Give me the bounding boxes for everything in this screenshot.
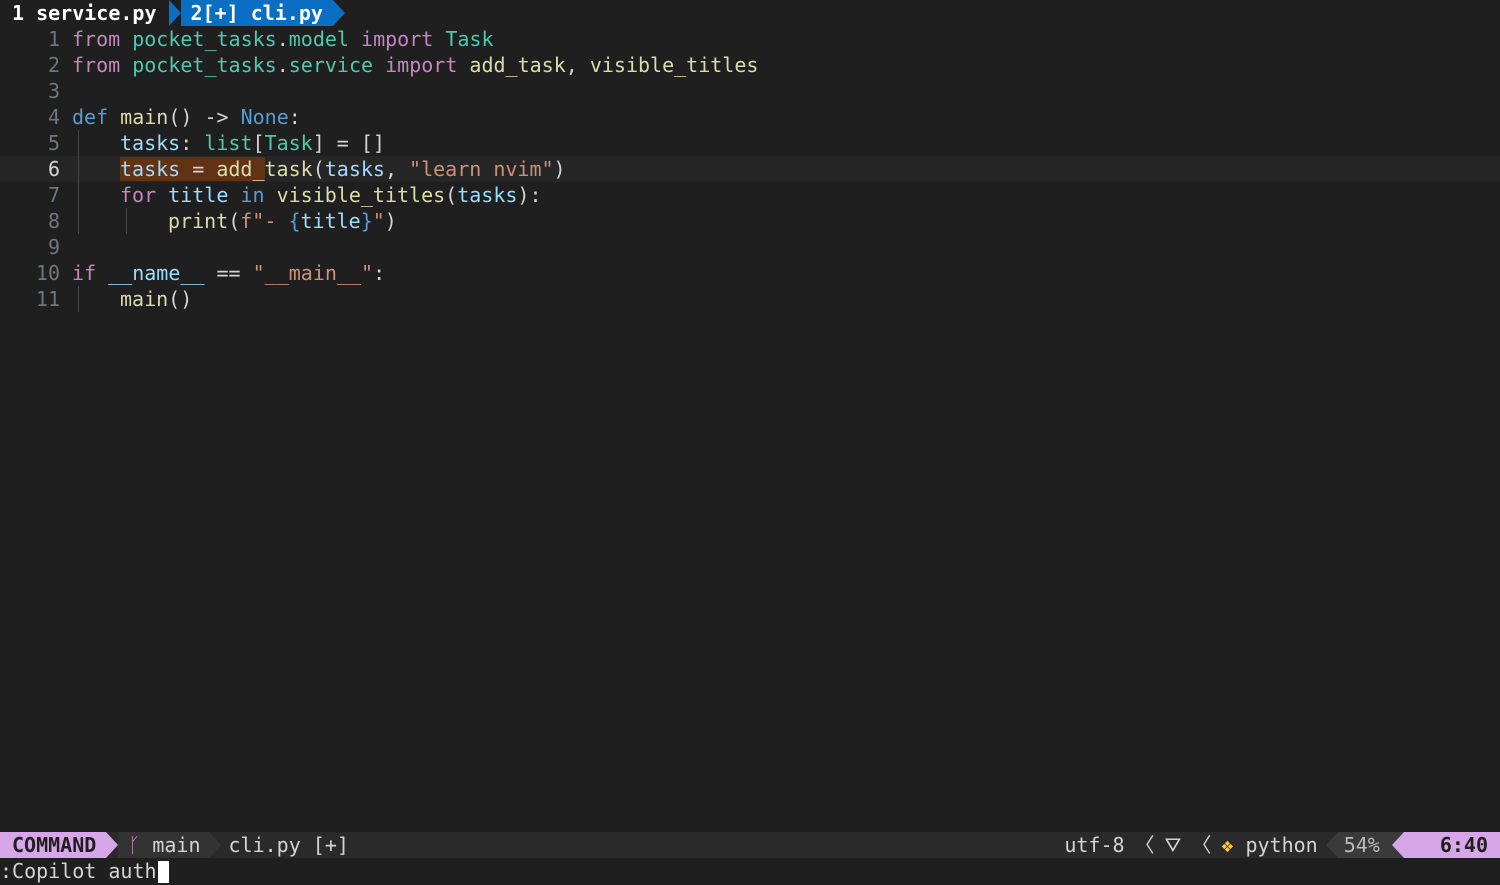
python-icon: ❖ <box>1221 833 1234 857</box>
command-text: :Copilot auth <box>0 859 157 883</box>
line-number: 5 <box>47 131 60 155</box>
line-number: 11 <box>35 287 60 311</box>
statusline: COMMAND ᚴ main cli.py [+] utf-8 〈 ⛛ 〈 ❖ … <box>0 832 1500 858</box>
editor-buffer[interactable]: 1 from pocket_tasks.model import Task 2 … <box>0 26 1500 832</box>
tab-cli-py[interactable]: 2[+] cli.py <box>168 0 333 26</box>
code-text: from pocket_tasks.service import add_tas… <box>72 53 759 77</box>
code-line[interactable]: 11 main() <box>0 286 1500 312</box>
indent-guide <box>78 156 79 182</box>
code-line[interactable]: 4 def main() -> None: <box>0 104 1500 130</box>
mode-indicator: COMMAND <box>0 832 107 858</box>
indent-guide <box>78 286 79 312</box>
code-text: print(f"- {title}") <box>168 209 397 233</box>
tab-label: 2[+] cli.py <box>190 1 323 25</box>
git-branch: ᚴ main <box>118 832 209 858</box>
tabline: 1 service.py 2[+] cli.py <box>0 0 1500 26</box>
indent-guide <box>78 208 79 234</box>
code-line[interactable]: 7 for title in visible_titles(tasks): <box>0 182 1500 208</box>
branch-name: main <box>152 833 201 857</box>
code-text: tasks: list[Task] = [] <box>120 131 385 155</box>
code-line[interactable]: 3 <box>0 78 1500 104</box>
code-text: tasks = add_task(tasks, "learn nvim") <box>120 157 566 181</box>
filetype: ❖ python <box>1213 832 1325 858</box>
command-line[interactable]: :Copilot auth <box>0 858 1500 885</box>
line-number: 10 <box>35 261 60 285</box>
code-line-current[interactable]: 6 tasks = add_task(tasks, "learn nvim") <box>0 156 1500 182</box>
code-text: if __name__ == "__main__": <box>72 261 386 285</box>
tab-label: 1 service.py <box>12 1 157 25</box>
line-number: 6 <box>47 157 60 181</box>
file-name: cli.py [+] <box>228 833 349 857</box>
filetype-label: python <box>1245 833 1318 857</box>
code-line[interactable]: 5 tasks: list[Task] = [] <box>0 130 1500 156</box>
code-line[interactable]: 8 print(f"- {title}") <box>0 208 1500 234</box>
linux-icon: ⛛ <box>1164 833 1182 857</box>
line-number: 8 <box>47 209 60 233</box>
text-cursor <box>157 860 169 883</box>
line-number: 3 <box>47 79 60 103</box>
line-number: 9 <box>47 235 60 259</box>
tab-service-py[interactable]: 1 service.py <box>0 0 169 26</box>
segment-separator <box>208 832 221 858</box>
code-line[interactable]: 9 <box>0 234 1500 260</box>
code-text: main() <box>120 287 193 311</box>
git-branch-icon: ᚴ <box>128 833 141 857</box>
scroll-percent: 54% <box>1337 832 1392 858</box>
line-number: 4 <box>47 105 60 129</box>
segment-separator <box>1391 832 1404 858</box>
code-text: for title in visible_titles(tasks): <box>120 183 542 207</box>
tab-arrow <box>332 0 345 26</box>
mode-arrow <box>106 832 119 858</box>
indent-guide <box>78 130 79 156</box>
code-line[interactable]: 2 from pocket_tasks.service import add_t… <box>0 52 1500 78</box>
cursor-position: 6:40 <box>1403 832 1500 858</box>
indent-guide <box>78 182 79 208</box>
code-text: from pocket_tasks.model import Task <box>72 27 494 51</box>
code-line[interactable]: 10 if __name__ == "__main__": <box>0 260 1500 286</box>
segment-separator <box>1325 832 1338 858</box>
indent-guide <box>126 208 127 234</box>
code-line[interactable]: 1 from pocket_tasks.model import Task <box>0 26 1500 52</box>
line-number: 2 <box>47 53 60 77</box>
encoding: utf-8 <box>1064 833 1125 857</box>
line-number: 7 <box>47 183 60 207</box>
separator-icon: 〈 <box>1134 833 1155 857</box>
separator-icon: 〈 <box>1191 833 1212 857</box>
code-text: def main() -> None: <box>72 105 301 129</box>
line-number: 1 <box>47 27 60 51</box>
